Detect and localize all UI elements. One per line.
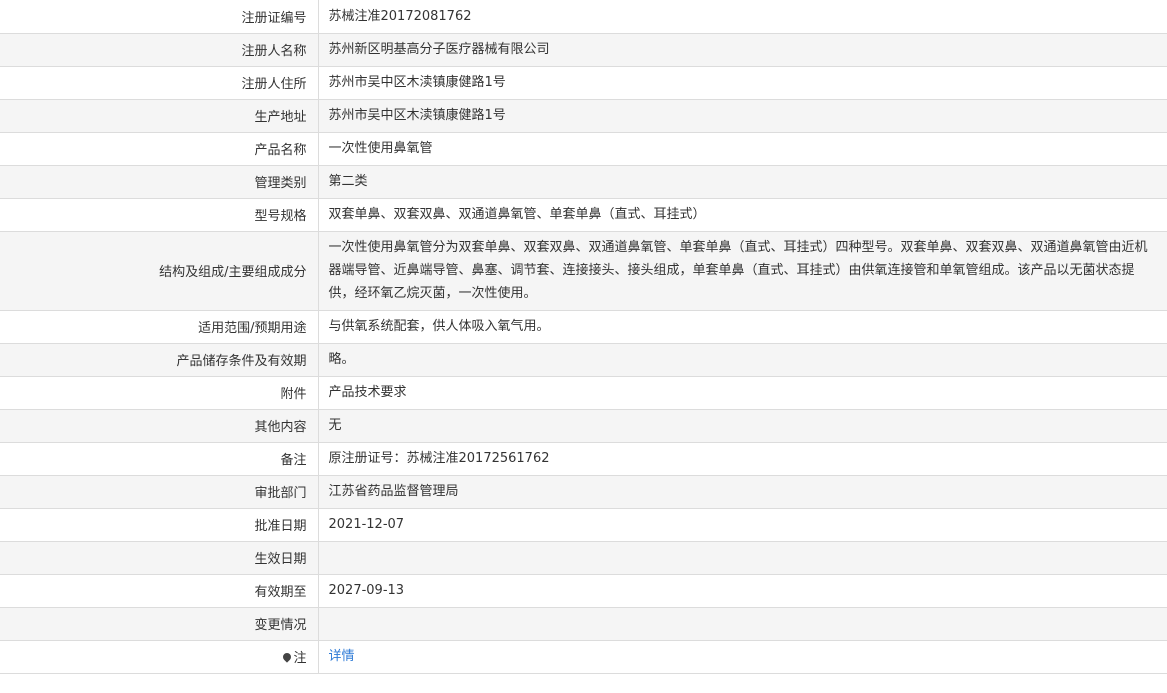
row-value: [318, 541, 1167, 575]
row-label: 结构及组成/主要组成成分: [0, 231, 319, 311]
note-value-cell: 详情: [318, 640, 1167, 674]
note-label-cell: 注: [0, 640, 319, 674]
table-row: 批准日期 2021-12-07: [0, 508, 1167, 542]
row-label: 审批部门: [0, 475, 319, 509]
row-label: 管理类别: [0, 165, 319, 199]
pin-icon: [283, 653, 291, 663]
row-value: 2027-09-13: [318, 574, 1167, 608]
row-value: 双套单鼻、双套双鼻、双通道鼻氧管、单套单鼻（直式、耳挂式）: [318, 198, 1167, 232]
row-value: 苏州市吴中区木渎镇康健路1号: [318, 66, 1167, 100]
row-value: 一次性使用鼻氧管分为双套单鼻、双套双鼻、双通道鼻氧管、单套单鼻（直式、耳挂式）四…: [318, 231, 1167, 311]
row-label: 有效期至: [0, 574, 319, 608]
row-label: 变更情况: [0, 607, 319, 641]
table-row: 产品储存条件及有效期 略。: [0, 343, 1167, 377]
row-value: 2021-12-07: [318, 508, 1167, 542]
table-row: 注册人名称 苏州新区明基高分子医疗器械有限公司: [0, 33, 1167, 67]
table-row: 生产地址 苏州市吴中区木渎镇康健路1号: [0, 99, 1167, 133]
row-label: 其他内容: [0, 409, 319, 443]
row-value: 与供氧系统配套，供人体吸入氧气用。: [318, 310, 1167, 344]
row-label: 适用范围/预期用途: [0, 310, 319, 344]
row-value: 第二类: [318, 165, 1167, 199]
row-value: 苏械注准20172081762: [318, 0, 1167, 34]
row-label: 型号规格: [0, 198, 319, 232]
row-value: 无: [318, 409, 1167, 443]
row-label: 注册证编号: [0, 0, 319, 34]
table-row: 变更情况: [0, 607, 1167, 641]
table-row: 附件 产品技术要求: [0, 376, 1167, 410]
row-label: 注册人名称: [0, 33, 319, 67]
note-label: 注: [293, 651, 307, 666]
table-row: 注册证编号 苏械注准20172081762: [0, 0, 1167, 34]
row-label: 生产地址: [0, 99, 319, 133]
row-value: 原注册证号：苏械注准20172561762: [318, 442, 1167, 476]
note-row: 注 详情: [0, 640, 1167, 674]
row-value: [318, 607, 1167, 641]
table-row: 生效日期: [0, 541, 1167, 575]
row-value: 产品技术要求: [318, 376, 1167, 410]
row-value: 苏州新区明基高分子医疗器械有限公司: [318, 33, 1167, 67]
table-row: 型号规格 双套单鼻、双套双鼻、双通道鼻氧管、单套单鼻（直式、耳挂式）: [0, 198, 1167, 232]
table-row: 管理类别 第二类: [0, 165, 1167, 199]
row-value: 一次性使用鼻氧管: [318, 132, 1167, 166]
row-label: 备注: [0, 442, 319, 476]
row-label: 产品名称: [0, 132, 319, 166]
table-row: 注册人住所 苏州市吴中区木渎镇康健路1号: [0, 66, 1167, 100]
table-row: 有效期至 2027-09-13: [0, 574, 1167, 608]
table-row: 备注 原注册证号：苏械注准20172561762: [0, 442, 1167, 476]
row-label: 产品储存条件及有效期: [0, 343, 319, 377]
row-label: 注册人住所: [0, 66, 319, 100]
row-label: 批准日期: [0, 508, 319, 542]
table-row: 适用范围/预期用途 与供氧系统配套，供人体吸入氧气用。: [0, 310, 1167, 344]
row-value: 苏州市吴中区木渎镇康健路1号: [318, 99, 1167, 133]
registration-detail-table: 注册证编号 苏械注准20172081762 注册人名称 苏州新区明基高分子医疗器…: [0, 0, 1167, 674]
details-link[interactable]: 详情: [329, 649, 355, 664]
row-label: 生效日期: [0, 541, 319, 575]
table-row: 其他内容 无: [0, 409, 1167, 443]
row-value: 江苏省药品监督管理局: [318, 475, 1167, 509]
table-row: 结构及组成/主要组成成分 一次性使用鼻氧管分为双套单鼻、双套双鼻、双通道鼻氧管、…: [0, 231, 1167, 311]
table-row: 审批部门 江苏省药品监督管理局: [0, 475, 1167, 509]
table-row: 产品名称 一次性使用鼻氧管: [0, 132, 1167, 166]
row-value: 略。: [318, 343, 1167, 377]
row-label: 附件: [0, 376, 319, 410]
